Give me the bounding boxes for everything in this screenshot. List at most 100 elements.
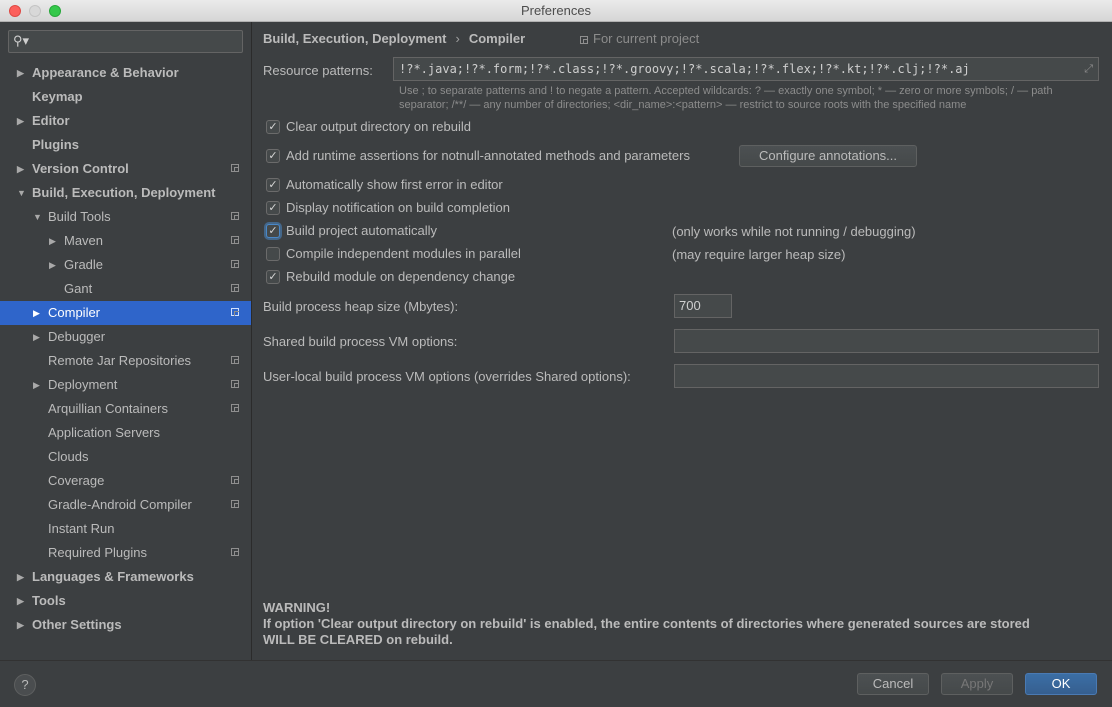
search-icon: ⚲▾ <box>13 33 30 48</box>
runtime-assertions-checkbox[interactable]: ✓ <box>266 149 280 163</box>
hint-line-1: Use ; to separate patterns and ! to nega… <box>399 85 1053 97</box>
build-automatically-label: Build project automatically <box>286 223 438 238</box>
breadcrumb-parent[interactable]: Build, Execution, Deployment <box>263 31 446 46</box>
breadcrumb: Build, Execution, Deployment › Compiler <box>263 31 525 46</box>
rebuild-dependency-checkbox[interactable]: ✓ <box>266 270 280 284</box>
warning-line-2: WILL BE CLEARED on rebuild. <box>263 632 453 647</box>
build-automatically-note: (only works while not running / debuggin… <box>672 224 916 239</box>
sidebar-item-instant-run[interactable]: Instant Run <box>0 517 251 541</box>
local-vm-options-input[interactable] <box>674 364 1099 388</box>
sidebar-item-deployment[interactable]: ▶ Deployment <box>0 373 251 397</box>
sidebar-item-build-execution-deployment[interactable]: ▼ Build, Execution, Deployment <box>0 181 251 205</box>
sidebar-item-coverage[interactable]: Coverage <box>0 469 251 493</box>
compiler-settings-panel: Build, Execution, Deployment › Compiler Fo… <box>253 22 1112 660</box>
resource-patterns-input[interactable]: !?*.java;!?*.form;!?*.class;!?*.groovy;!… <box>393 57 1099 81</box>
sidebar-item-compiler[interactable]: ▶ Compiler <box>0 301 251 325</box>
sidebar-item-label: Version Control <box>32 161 129 176</box>
heap-size-input[interactable]: 700 <box>674 294 732 318</box>
sidebar-item-label: Arquillian Containers <box>48 401 168 416</box>
collapsed-arrow-icon[interactable]: ▶ <box>17 565 27 589</box>
collapsed-arrow-icon[interactable]: ▶ <box>33 325 43 349</box>
project-scope-icon <box>231 236 241 246</box>
sidebar-item-label: Gradle <box>64 257 104 272</box>
sidebar-item-label: Keymap <box>32 89 83 104</box>
sidebar-item-editor[interactable]: ▶ Editor <box>0 109 251 133</box>
sidebar-item-tools[interactable]: ▶ Tools <box>0 589 251 613</box>
settings-sidebar: ⚲▾ ▶ Appearance & Behavior Keymap ▶ Editor Pl… <box>0 22 252 660</box>
sidebar-item-clouds[interactable]: Clouds <box>0 445 251 469</box>
build-automatically-checkbox[interactable]: ✓ <box>266 224 280 238</box>
heap-size-value: 700 <box>679 298 701 313</box>
sidebar-item-label: Languages & Frameworks <box>32 569 194 584</box>
sidebar-item-label: Compiler <box>48 305 101 320</box>
sidebar-item-application-servers[interactable]: Application Servers <box>0 421 251 445</box>
heap-size-label: Build process heap size (Mbytes): <box>263 299 459 314</box>
collapsed-arrow-icon[interactable]: ▶ <box>17 61 27 85</box>
expanded-arrow-icon[interactable]: ▼ <box>17 181 27 205</box>
collapsed-arrow-icon[interactable]: ▶ <box>17 613 27 637</box>
collapsed-arrow-icon[interactable]: ▶ <box>17 109 27 133</box>
window-title: Preferences <box>520 3 592 18</box>
project-scope-icon <box>231 548 241 558</box>
rebuild-warning: WARNING! If option 'Clear output directo… <box>263 600 1030 648</box>
notify-completion-label: Display notification on build completion <box>286 200 511 215</box>
sidebar-item-label: Build Tools <box>48 209 111 224</box>
sidebar-item-label: Clouds <box>48 449 89 464</box>
settings-search-input[interactable]: ⚲▾ <box>8 30 243 53</box>
sidebar-item-label: Coverage <box>48 473 105 488</box>
notify-completion-checkbox[interactable]: ✓ <box>266 201 280 215</box>
help-button[interactable]: ? <box>14 674 36 696</box>
show-first-error-checkbox[interactable]: ✓ <box>266 178 280 192</box>
collapsed-arrow-icon[interactable]: ▶ <box>49 229 59 253</box>
apply-button[interactable]: Apply <box>941 673 1013 695</box>
project-scope-icon <box>231 500 241 510</box>
ok-button[interactable]: OK <box>1025 673 1097 695</box>
sidebar-item-version-control[interactable]: ▶ Version Control <box>0 157 251 181</box>
sidebar-item-label: Remote Jar Repositories <box>48 353 192 368</box>
sidebar-item-languages-frameworks[interactable]: ▶ Languages & Frameworks <box>0 565 251 589</box>
sidebar-item-gradle[interactable]: ▶ Gradle <box>0 253 251 277</box>
sidebar-item-gant[interactable]: Gant <box>0 277 251 301</box>
parallel-compile-label: Compile independent modules in parallel <box>286 246 521 261</box>
sidebar-item-debugger[interactable]: ▶ Debugger <box>0 325 251 349</box>
preferences-window: Preferences ⚲▾ ▶ Appearance & Behavior Key… <box>0 0 1112 707</box>
sidebar-item-remote-jar-repositories[interactable]: Remote Jar Repositories <box>0 349 251 373</box>
expand-field-icon[interactable]: ⤢ <box>1084 58 1093 80</box>
sidebar-item-arquillian-containers[interactable]: Arquillian Containers <box>0 397 251 421</box>
local-vm-options-label: User-local build process VM options (ove… <box>263 369 631 384</box>
sidebar-item-label: Gant <box>64 281 93 296</box>
warning-title: WARNING! <box>263 600 331 615</box>
collapsed-arrow-icon[interactable]: ▶ <box>49 253 59 277</box>
expanded-arrow-icon[interactable]: ▼ <box>33 205 43 229</box>
clear-output-checkbox[interactable]: ✓ <box>266 120 280 134</box>
collapsed-arrow-icon[interactable]: ▶ <box>33 301 43 325</box>
sidebar-item-label: Build, Execution, Deployment <box>32 185 216 200</box>
sidebar-item-appearance-behavior[interactable]: ▶ Appearance & Behavior <box>0 61 251 85</box>
shared-vm-options-input[interactable] <box>674 329 1099 353</box>
collapsed-arrow-icon[interactable]: ▶ <box>17 589 27 613</box>
project-scope-icon <box>231 212 241 222</box>
cancel-button[interactable]: Cancel <box>857 673 929 695</box>
sidebar-item-label: Plugins <box>32 137 79 152</box>
project-scope-icon <box>231 476 241 486</box>
sidebar-item-maven[interactable]: ▶ Maven <box>0 229 251 253</box>
project-scope-icon <box>580 36 588 44</box>
sidebar-item-label: Gradle-Android Compiler <box>48 497 192 512</box>
sidebar-item-label: Instant Run <box>48 521 115 536</box>
sidebar-item-build-tools[interactable]: ▼ Build Tools <box>0 205 251 229</box>
sidebar-item-label: Tools <box>32 593 66 608</box>
parallel-compile-checkbox[interactable] <box>266 247 280 261</box>
project-scope-icon <box>231 284 241 294</box>
project-scope-icon <box>231 260 241 270</box>
configure-annotations-button[interactable]: Configure annotations... <box>739 145 917 167</box>
collapsed-arrow-icon[interactable]: ▶ <box>17 157 27 181</box>
sidebar-item-label: Other Settings <box>32 617 122 632</box>
sidebar-item-label: Debugger <box>48 329 106 344</box>
sidebar-item-gradle-android-compiler[interactable]: Gradle-Android Compiler <box>0 493 251 517</box>
sidebar-item-label: Editor <box>32 113 70 128</box>
sidebar-item-keymap[interactable]: Keymap <box>0 85 251 109</box>
sidebar-item-other-settings[interactable]: ▶ Other Settings <box>0 613 251 637</box>
sidebar-item-plugins[interactable]: Plugins <box>0 133 251 157</box>
sidebar-item-required-plugins[interactable]: Required Plugins <box>0 541 251 565</box>
collapsed-arrow-icon[interactable]: ▶ <box>33 373 43 397</box>
